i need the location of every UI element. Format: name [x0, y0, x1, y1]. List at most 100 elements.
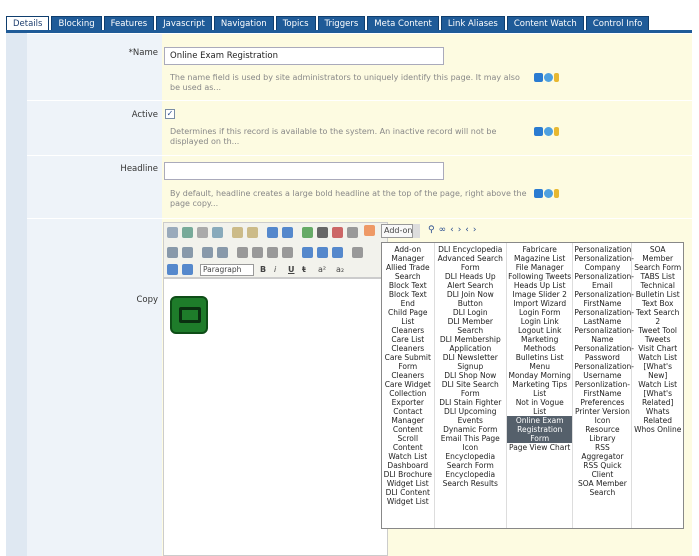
addon-menu-item[interactable]: Care List: [382, 335, 434, 344]
tab-features[interactable]: Features: [103, 16, 155, 30]
addon-menu-item[interactable]: Personalization-Password: [573, 344, 634, 362]
addon-menu-item[interactable]: DLI Stain Fighter: [435, 398, 506, 407]
italic-button[interactable]: i: [274, 265, 276, 274]
find-icon[interactable]: [212, 227, 223, 238]
addon-menu-item[interactable]: File Manager: [507, 263, 572, 272]
addon-menu-item[interactable]: DLI Brochure Widget List: [382, 470, 434, 488]
table-icon[interactable]: [347, 227, 358, 238]
addon-menu-item[interactable]: DLI Join Now Button: [435, 290, 506, 308]
addon-menu-item[interactable]: Tweet Tool: [632, 326, 683, 335]
addon-menu-item[interactable]: RSS Quick Client: [573, 461, 631, 479]
underline-button[interactable]: U: [288, 265, 295, 274]
active-checkbox[interactable]: ✓: [165, 109, 175, 119]
preview-icon[interactable]: [182, 227, 193, 238]
strike-button[interactable]: ŧ: [302, 265, 306, 274]
addon-menu-item[interactable]: Whats Related: [632, 407, 683, 425]
addon-menu-item[interactable]: Monday Morning Marketing Tips List: [507, 371, 572, 398]
subscript-button[interactable]: a₂: [336, 265, 344, 274]
addon-menu-item[interactable]: Encyclopedia Search Form: [435, 452, 506, 470]
align-right-icon[interactable]: [267, 247, 278, 258]
align-left-icon[interactable]: [237, 247, 248, 258]
addon-menu-item[interactable]: Login Link: [507, 317, 572, 326]
addon-menu-item[interactable]: Cleaners: [382, 371, 434, 380]
chevron-down-icon[interactable]: [412, 224, 420, 238]
addon-menu-item[interactable]: Text Box: [632, 299, 683, 308]
addon-menu-item[interactable]: DLI Shop Now: [435, 371, 506, 380]
addon-menu-item[interactable]: Text Search 2: [632, 308, 683, 326]
globe-icon[interactable]: [544, 73, 553, 82]
addon-menu-item[interactable]: Page View Chart: [507, 443, 572, 452]
addon-menu-item[interactable]: DLI Member Search: [435, 317, 506, 335]
help-icon[interactable]: [534, 189, 543, 198]
justify-icon[interactable]: [282, 247, 293, 258]
paste-word-icon[interactable]: [247, 227, 258, 238]
addon-menu-item[interactable]: DLI Upcoming Events: [435, 407, 506, 425]
addon-menu-item[interactable]: Whos Online: [632, 425, 683, 434]
outdent-icon[interactable]: [217, 247, 228, 258]
insert-icon[interactable]: [364, 225, 375, 236]
unlink-icon[interactable]: [317, 247, 328, 258]
addon-menu-item[interactable]: Cleaners: [382, 344, 434, 353]
addon-menu-item[interactable]: Personalization Personalization-Company: [573, 245, 634, 272]
addon-menu-item[interactable]: Tweets: [632, 335, 683, 344]
special-char-icon[interactable]: [332, 227, 343, 238]
align-center-icon[interactable]: [252, 247, 263, 258]
headline-field[interactable]: [164, 162, 444, 180]
addon-menu-item[interactable]: Resource Library: [573, 425, 631, 443]
addon-menu-item[interactable]: Heads Up List: [507, 281, 572, 290]
addon-menu-item[interactable]: Personalization-Username: [573, 362, 634, 380]
superscript-button[interactable]: a²: [318, 265, 326, 274]
ordered-list-icon[interactable]: [167, 247, 178, 258]
bold-button[interactable]: B: [260, 265, 266, 274]
addon-menu-item[interactable]: Dashboard: [382, 461, 434, 470]
addon-menu-item[interactable]: Personalization-FirstName: [573, 290, 634, 308]
addon-menu-item[interactable]: Email This Page Icon: [435, 434, 506, 452]
anchor-icon[interactable]: [332, 247, 343, 258]
tab-topics[interactable]: Topics: [275, 16, 316, 30]
tab-details[interactable]: Details: [6, 16, 50, 30]
addon-menu-item[interactable]: Following Tweets: [507, 272, 572, 281]
addon-menu-item[interactable]: DLI Encyclopedia Advanced Search Form: [435, 245, 506, 272]
addon-menu-item[interactable]: Menu: [507, 362, 572, 371]
addon-menu-item[interactable]: DLI Membership Application: [435, 335, 506, 353]
addon-menu-item[interactable]: Add-on Manager: [382, 245, 434, 263]
help-icon[interactable]: [534, 73, 543, 82]
link-icon[interactable]: [302, 247, 313, 258]
addon-menu-item[interactable]: Block Text: [382, 281, 434, 290]
addon-menu-item[interactable]: Cleaners: [382, 326, 434, 335]
pencil-icon[interactable]: [554, 127, 559, 136]
addon-menu-item[interactable]: Import Wizard: [507, 299, 572, 308]
paste-icon[interactable]: [232, 227, 243, 238]
text-color-icon[interactable]: [167, 264, 178, 275]
bg-color-icon[interactable]: [182, 264, 193, 275]
addon-menu-item[interactable]: Contact Manager: [382, 407, 434, 425]
addon-menu-item[interactable]: SOA Member Search: [573, 479, 631, 497]
addon-menu-item[interactable]: Allied Trade Search: [382, 263, 434, 281]
addon-menu-item[interactable]: SOA Member Search Form: [632, 245, 683, 272]
name-field[interactable]: Online Exam Registration: [164, 47, 444, 65]
help-icon[interactable]: [534, 127, 543, 136]
addon-menu-item[interactable]: DLI Login: [435, 308, 506, 317]
pencil-icon[interactable]: [554, 189, 559, 198]
tab-content-watch[interactable]: Content Watch: [506, 16, 584, 30]
addon-menu-item[interactable]: Image Slider 2: [507, 290, 572, 299]
tab-javascript[interactable]: Javascript: [156, 16, 212, 30]
addon-menu-item[interactable]: Marketing Methods Bulletins List: [507, 335, 572, 362]
image-icon[interactable]: [302, 227, 313, 238]
addon-menu-item[interactable]: Personalization-Email: [573, 272, 634, 290]
addon-menu-item[interactable]: Collection Exporter: [382, 389, 434, 407]
tab-link-aliases[interactable]: Link Aliases: [440, 16, 505, 30]
addon-menu-item[interactable]: Technical Bulletin List: [632, 281, 683, 299]
tab-blocking[interactable]: Blocking: [51, 16, 102, 30]
addon-menu-item[interactable]: Care Widget: [382, 380, 434, 389]
addon-menu-item[interactable]: DLI Site Search Form: [435, 380, 506, 398]
addon-menu-item[interactable]: DLI Heads Up Alert Search: [435, 272, 506, 290]
redo-icon[interactable]: [282, 227, 293, 238]
unordered-list-icon[interactable]: [182, 247, 193, 258]
addon-menu-item[interactable]: Content Watch List: [382, 443, 434, 461]
addon-menu-item[interactable]: Logout Link: [507, 326, 572, 335]
source-icon[interactable]: [167, 227, 178, 238]
addon-menu-item[interactable]: Printer Version Icon: [573, 407, 631, 425]
addon-menu-item[interactable]: Login Form: [507, 308, 572, 317]
globe-icon[interactable]: [544, 127, 553, 136]
